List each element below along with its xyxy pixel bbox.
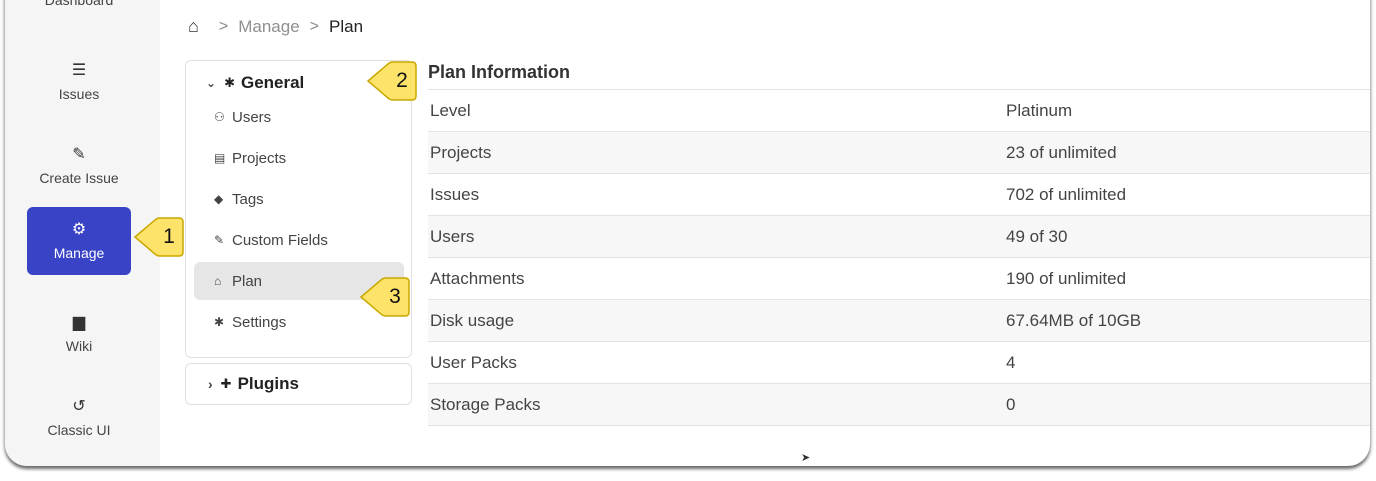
table-row: Storage Packs 0	[428, 384, 1370, 426]
plan-field-value: 0	[1006, 394, 1016, 414]
callout-number: 2	[396, 69, 408, 92]
sidebar-item-label: Create Issue	[39, 170, 119, 186]
menu-item-label: Users	[232, 108, 272, 126]
bank-icon: ⌂	[214, 274, 222, 288]
breadcrumb-current: Plan	[329, 16, 364, 36]
menu-item-label: Tags	[232, 190, 264, 208]
menu-item-label: Custom Fields	[232, 231, 328, 249]
sidebar-item-label: Dashboard	[44, 0, 114, 8]
sidebar-item-wiki[interactable]: ▆ Wiki	[27, 300, 131, 368]
table-row: Users 49 of 30	[428, 216, 1370, 258]
table-row: Disk usage 67.64MB of 10GB	[428, 300, 1370, 342]
sidebar-item-label: Issues	[58, 86, 100, 102]
plan-field-label: Attachments	[430, 268, 525, 288]
table-row: User Packs 4	[428, 342, 1370, 384]
table-row: Issues 702 of unlimited	[428, 174, 1370, 216]
history-icon: ↺	[72, 398, 86, 415]
plan-field-label: Disk usage	[430, 310, 515, 330]
sidebar-item-label: Classic UI	[47, 422, 111, 438]
plan-field-value: 702 of unlimited	[1006, 184, 1127, 204]
sidebar-item-label: Wiki	[65, 338, 93, 354]
users-icon: ⚇	[214, 110, 225, 124]
home-icon[interactable]: ⌂	[188, 16, 199, 37]
callout-badge: 2	[366, 59, 418, 103]
gear-icon: ✱	[214, 315, 225, 329]
chevron-right-icon: >	[309, 17, 319, 35]
file-icon: ▆	[72, 314, 86, 331]
plan-field-label: Level	[430, 100, 471, 120]
puzzle-icon: ✚	[220, 376, 232, 391]
menu-group-label: General	[240, 73, 305, 92]
callout-badge: 1	[133, 215, 185, 259]
chevron-down-icon: ⌄	[206, 76, 217, 90]
callout-number: 1	[163, 225, 175, 248]
edit-icon: ✎	[72, 146, 86, 163]
list-icon: ☰	[71, 62, 87, 79]
plan-field-value: Platinum	[1006, 100, 1073, 120]
plan-field-value: 23 of unlimited	[1006, 142, 1117, 162]
plan-field-value: 67.64MB of 10GB	[1006, 310, 1142, 330]
sidebar-item-create-issue[interactable]: ✎ Create Issue	[27, 132, 131, 200]
callout-number: 3	[389, 285, 401, 308]
plan-field-label: Storage Packs	[430, 394, 541, 414]
tags-icon: ◆	[214, 192, 224, 206]
table-row: Level Platinum	[428, 90, 1370, 132]
pencil-icon: ✎	[214, 233, 225, 247]
table-row: Projects 23 of unlimited	[428, 132, 1370, 174]
menu-item-tags[interactable]: ◆ Tags	[194, 180, 404, 218]
chevron-right-icon: ›	[208, 376, 213, 392]
gears-icon: ⚙	[71, 221, 87, 238]
page-title: Plan Information	[428, 62, 571, 82]
plan-field-label: Projects	[430, 142, 492, 162]
menu-group-label: Plugins	[237, 374, 299, 393]
sidebar-item-label: Manage	[53, 245, 105, 261]
table-icon: ▤	[214, 151, 226, 165]
gear-icon: ✱	[224, 75, 235, 90]
plan-info-table: Level Platinum Projects 23 of unlimited Issu…	[428, 89, 1370, 426]
plan-field-value: 49 of 30	[1006, 226, 1068, 246]
menu-item-projects[interactable]: ▤ Projects	[194, 139, 404, 177]
menu-group-general[interactable]: ⌄ ✱ General	[206, 73, 304, 93]
sidebar-item-manage[interactable]: ⚙ Manage	[27, 207, 131, 275]
plan-field-label: Issues	[430, 184, 480, 204]
plan-field-label: User Packs	[430, 352, 517, 372]
chevron-right-icon: >	[218, 17, 229, 35]
menu-item-custom-fields[interactable]: ✎ Custom Fields	[194, 221, 404, 259]
sidebar-item-classic-ui[interactable]: ↺ Classic UI	[27, 384, 131, 452]
menu-item-label: Plan	[232, 272, 263, 290]
menu-item-users[interactable]: ⚇ Users	[194, 98, 404, 136]
plan-field-value: 190 of unlimited	[1006, 268, 1127, 288]
mouse-cursor-icon: ➤	[801, 452, 811, 464]
menu-group-plugins[interactable]: › ✚ Plugins	[185, 363, 412, 405]
sidebar-item-issues[interactable]: ☰ Issues	[27, 48, 131, 116]
menu-item-label: Projects	[232, 149, 287, 167]
plan-field-label: Users	[430, 226, 475, 246]
menu-item-label: Settings	[232, 313, 287, 331]
callout-badge: 3	[359, 275, 411, 319]
plan-field-value: 4	[1006, 352, 1016, 372]
breadcrumb-manage[interactable]: Manage	[238, 17, 299, 37]
app-window: Dashboard ☰ Issues ✎ Create Issue ⚙ Mana…	[5, 0, 1370, 466]
table-row: Attachments 190 of unlimited	[428, 258, 1370, 300]
sidebar-item-dashboard[interactable]: Dashboard	[27, 0, 131, 8]
breadcrumb: ⌂ > Manage > Plan	[188, 16, 363, 37]
